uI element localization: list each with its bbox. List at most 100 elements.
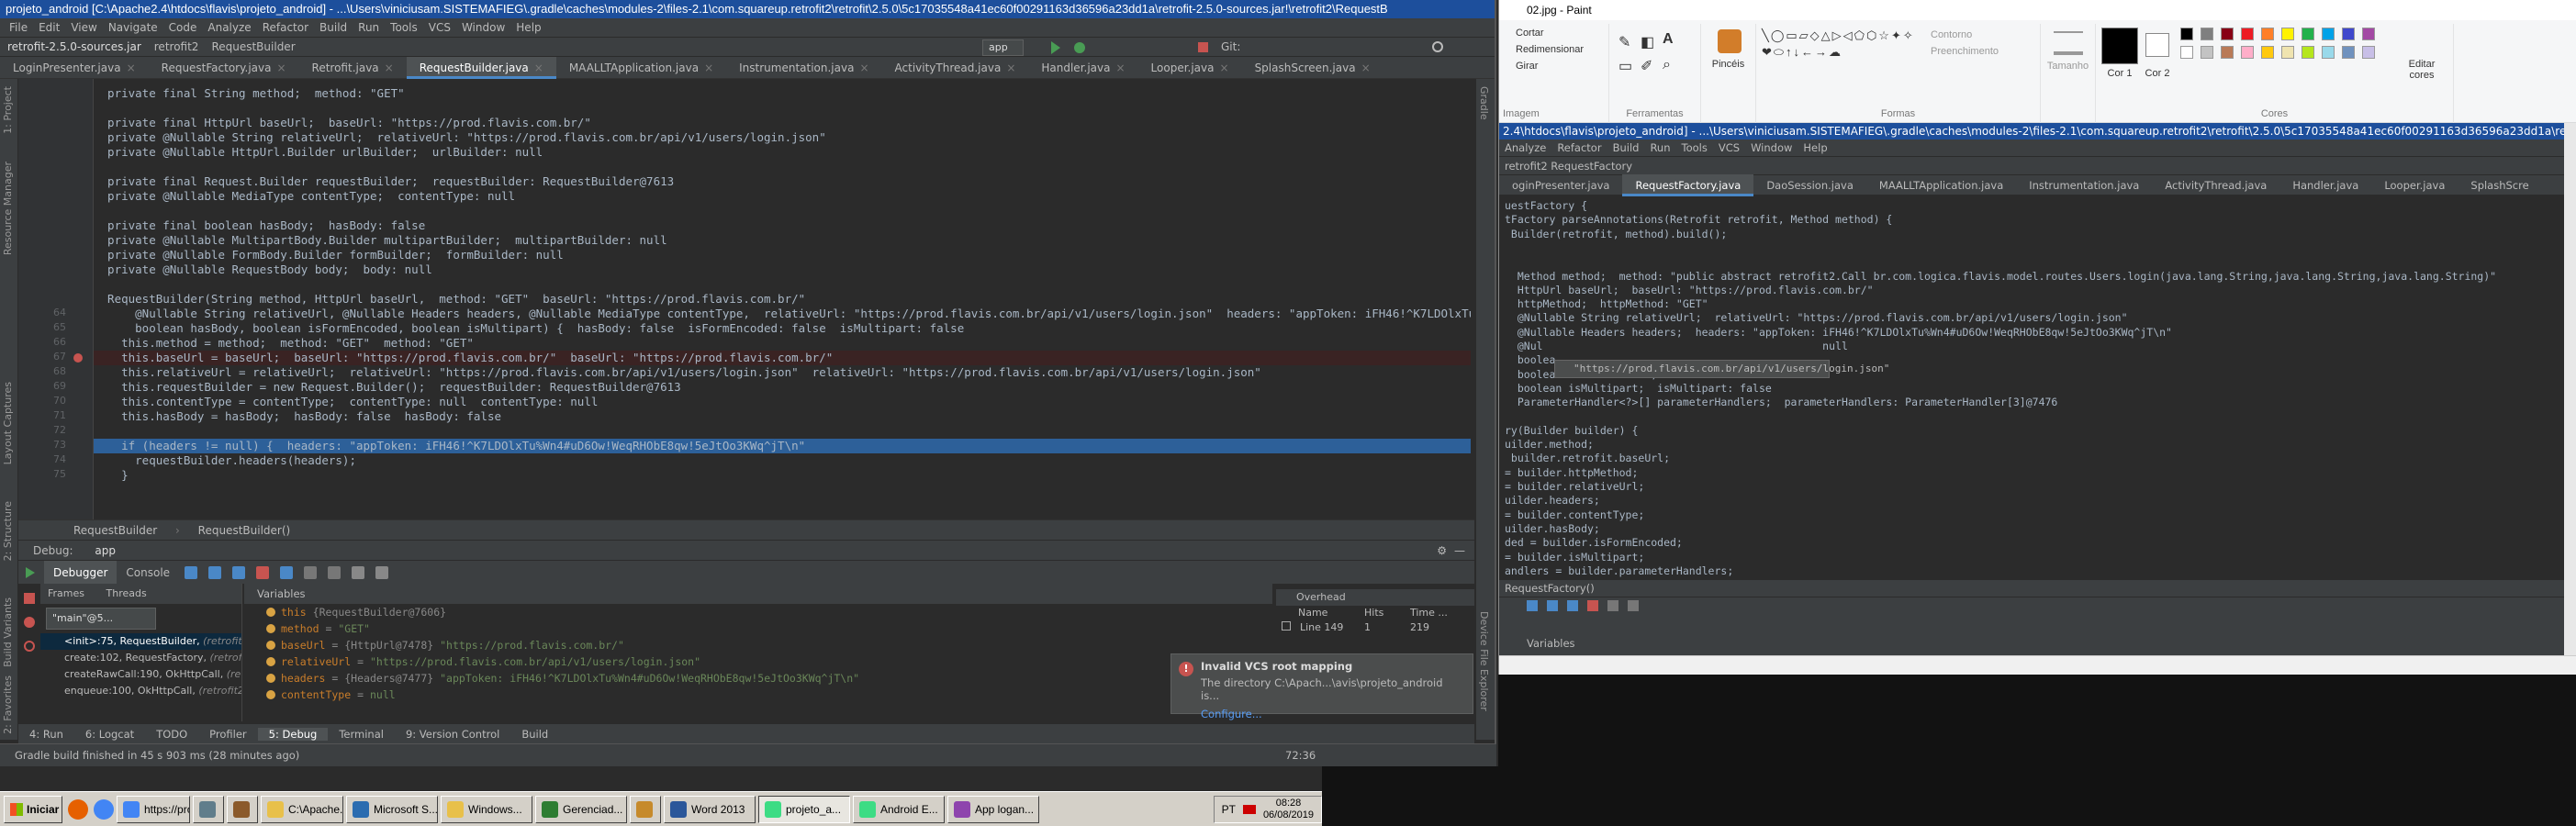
code-line[interactable]: this.hasBody = hasBody; hasBody: false h… [94, 409, 1471, 424]
tab-debugger[interactable]: Debugger [44, 560, 118, 585]
code-line[interactable]: if (headers != null) { headers: "appToke… [94, 439, 1471, 453]
code-line[interactable]: this.requestBuilder = new Request.Builde… [94, 380, 1471, 395]
variable-row[interactable]: baseUrl = {HttpUrl@7478} "https://prod.f… [244, 637, 1272, 653]
fill-select[interactable]: Preenchimento [1931, 46, 1999, 57]
tab-maallt-application[interactable]: MAALLTApplication.java × [556, 57, 726, 79]
evaluate-icon[interactable] [352, 565, 365, 579]
taskbar-item[interactable]: https://pro... [117, 795, 190, 823]
code-line[interactable] [94, 424, 1471, 439]
close-icon[interactable]: × [276, 61, 286, 74]
tab-login-presenter[interactable]: LoginPresenter.java × [0, 57, 149, 79]
variable-row[interactable]: relativeUrl = "https://prod.flavis.com.b… [244, 653, 1272, 670]
frame-item[interactable]: <init>:75, RequestBuilder, (retrofit2) [40, 633, 241, 650]
code-line[interactable] [94, 160, 1471, 174]
fill-icon[interactable]: ◧ [1641, 33, 1654, 51]
palette-color-swatch[interactable] [2362, 28, 2375, 40]
nav-class[interactable]: RequestBuilder [211, 40, 295, 53]
color-picker-icon[interactable]: ✐ [1641, 57, 1652, 75]
line-number[interactable]: 67 [33, 351, 66, 363]
menu-build[interactable]: Build [314, 21, 353, 34]
code-line[interactable]: private @Nullable HttpUrl.Builder urlBui… [94, 145, 1471, 160]
magnifier-icon[interactable]: ⌕ [1663, 57, 1671, 73]
taskbar-item[interactable] [227, 795, 258, 823]
palette-color-swatch[interactable] [2221, 28, 2234, 40]
code-line[interactable]: this.method = method; method: "GET" meth… [94, 336, 1471, 351]
line-number[interactable]: 68 [33, 365, 66, 377]
menu-edit[interactable]: Edit [33, 21, 65, 34]
mute-breakpoints-icon[interactable] [24, 641, 35, 652]
debug-config-tab[interactable]: app [95, 544, 116, 557]
line-number[interactable]: 73 [33, 439, 66, 451]
menu-file[interactable]: File [4, 21, 33, 34]
taskbar-item[interactable]: Word 2013 [664, 795, 756, 823]
taskbar-item[interactable]: App logan... [947, 795, 1039, 823]
menu-refactor[interactable]: Refactor [257, 21, 314, 34]
palette-color-swatch[interactable] [2180, 28, 2193, 40]
palette-color-swatch[interactable] [2261, 28, 2274, 40]
crop-button[interactable]: Cortar [1516, 28, 1544, 39]
line-number[interactable]: 65 [33, 321, 66, 333]
layout-captures-tool-tab[interactable]: Layout Captures [2, 382, 14, 464]
thread-select[interactable]: "main"@5... [46, 608, 156, 630]
code-line[interactable]: private final HttpUrl baseUrl; baseUrl: … [94, 116, 1471, 130]
palette-color-swatch[interactable] [2201, 28, 2213, 40]
resume-icon[interactable] [26, 566, 35, 578]
search-icon[interactable] [1432, 41, 1443, 52]
tab-looper[interactable]: Looper.java × [1138, 57, 1242, 79]
code-line[interactable]: boolean hasBody, boolean isFormEncoded, … [94, 321, 1471, 336]
breakpoint-icon[interactable] [73, 353, 83, 363]
tab-request-builder[interactable]: RequestBuilder.java × [406, 56, 556, 79]
nav-jar[interactable]: retrofit-2.5.0-sources.jar [7, 40, 141, 53]
line-number[interactable]: 75 [33, 468, 66, 480]
code-line[interactable]: this.contentType = contentType; contentT… [94, 395, 1471, 409]
taskbar-item[interactable]: Windows... [441, 795, 532, 823]
caret-position[interactable]: 72:36 [1285, 744, 1316, 767]
menu-window[interactable]: Window [456, 21, 510, 34]
tool-tab-version-control[interactable]: 9: Version Control [395, 728, 510, 741]
line-number[interactable]: 64 [33, 307, 66, 318]
taskbar-item[interactable]: Gerenciad... [535, 795, 627, 823]
view-breakpoints-icon[interactable] [24, 617, 35, 628]
code-line[interactable]: this.baseUrl = baseUrl; baseUrl: "https:… [94, 351, 1471, 365]
code-editor[interactable]: private final String method; method: "GE… [94, 79, 1471, 519]
stop-icon[interactable] [1198, 42, 1208, 52]
tab-instrumentation[interactable]: Instrumentation.java × [726, 57, 881, 79]
code-line[interactable]: private @Nullable FormBody.Builder formB… [94, 248, 1471, 262]
flag-icon[interactable] [1242, 804, 1256, 814]
taskbar-item[interactable] [630, 795, 661, 823]
line-number[interactable]: 69 [33, 380, 66, 392]
tool-tab-terminal[interactable]: Terminal [328, 728, 395, 741]
palette-color-swatch[interactable] [2180, 46, 2193, 59]
frame-item[interactable]: enqueue:100, OkHttpCall, (retrofit2) [40, 683, 241, 699]
code-line[interactable]: private @Nullable MultipartBody.Builder … [94, 233, 1471, 248]
trace-icon[interactable] [375, 565, 389, 579]
menu-run[interactable]: Run [353, 21, 385, 34]
resize-button[interactable]: Redimensionar [1516, 44, 1584, 55]
code-line[interactable]: requestBuilder.headers(headers); [94, 453, 1471, 468]
palette-color-swatch[interactable] [2281, 28, 2294, 40]
threads-tab[interactable]: Threads [106, 587, 147, 599]
build-variants-tool-tab[interactable]: Build Variants [2, 597, 14, 667]
structure-tool-tab[interactable]: 2: Structure [2, 501, 14, 561]
close-icon[interactable]: × [704, 61, 713, 74]
menu-help[interactable]: Help [510, 21, 546, 34]
palette-color-swatch[interactable] [2302, 46, 2314, 59]
frames-tab[interactable]: Frames [48, 587, 84, 599]
outline-select[interactable]: Contorno [1931, 29, 1972, 40]
menu-view[interactable]: View [65, 21, 102, 34]
menu-navigate[interactable]: Navigate [103, 21, 163, 34]
palette-color-swatch[interactable] [2261, 46, 2274, 59]
code-line[interactable]: private final boolean hasBody; hasBody: … [94, 218, 1471, 233]
taskbar-item[interactable]: Microsoft S... [346, 795, 438, 823]
close-icon[interactable]: × [1220, 61, 1229, 74]
taskbar-item[interactable]: C:\Apache... [261, 795, 343, 823]
debug-icon[interactable] [1074, 42, 1085, 53]
code-line[interactable]: this.relativeUrl = relativeUrl; relative… [94, 365, 1471, 380]
tab-handler[interactable]: Handler.java × [1028, 57, 1137, 79]
size-group[interactable]: Tamanho [2041, 24, 2096, 123]
step-over-icon[interactable] [208, 565, 222, 579]
tool-tab-profiler[interactable]: Profiler [198, 728, 258, 741]
palette-color-swatch[interactable] [2362, 46, 2375, 59]
code-line[interactable]: RequestBuilder(String method, HttpUrl ba… [94, 292, 1471, 307]
menu-code[interactable]: Code [163, 21, 203, 34]
